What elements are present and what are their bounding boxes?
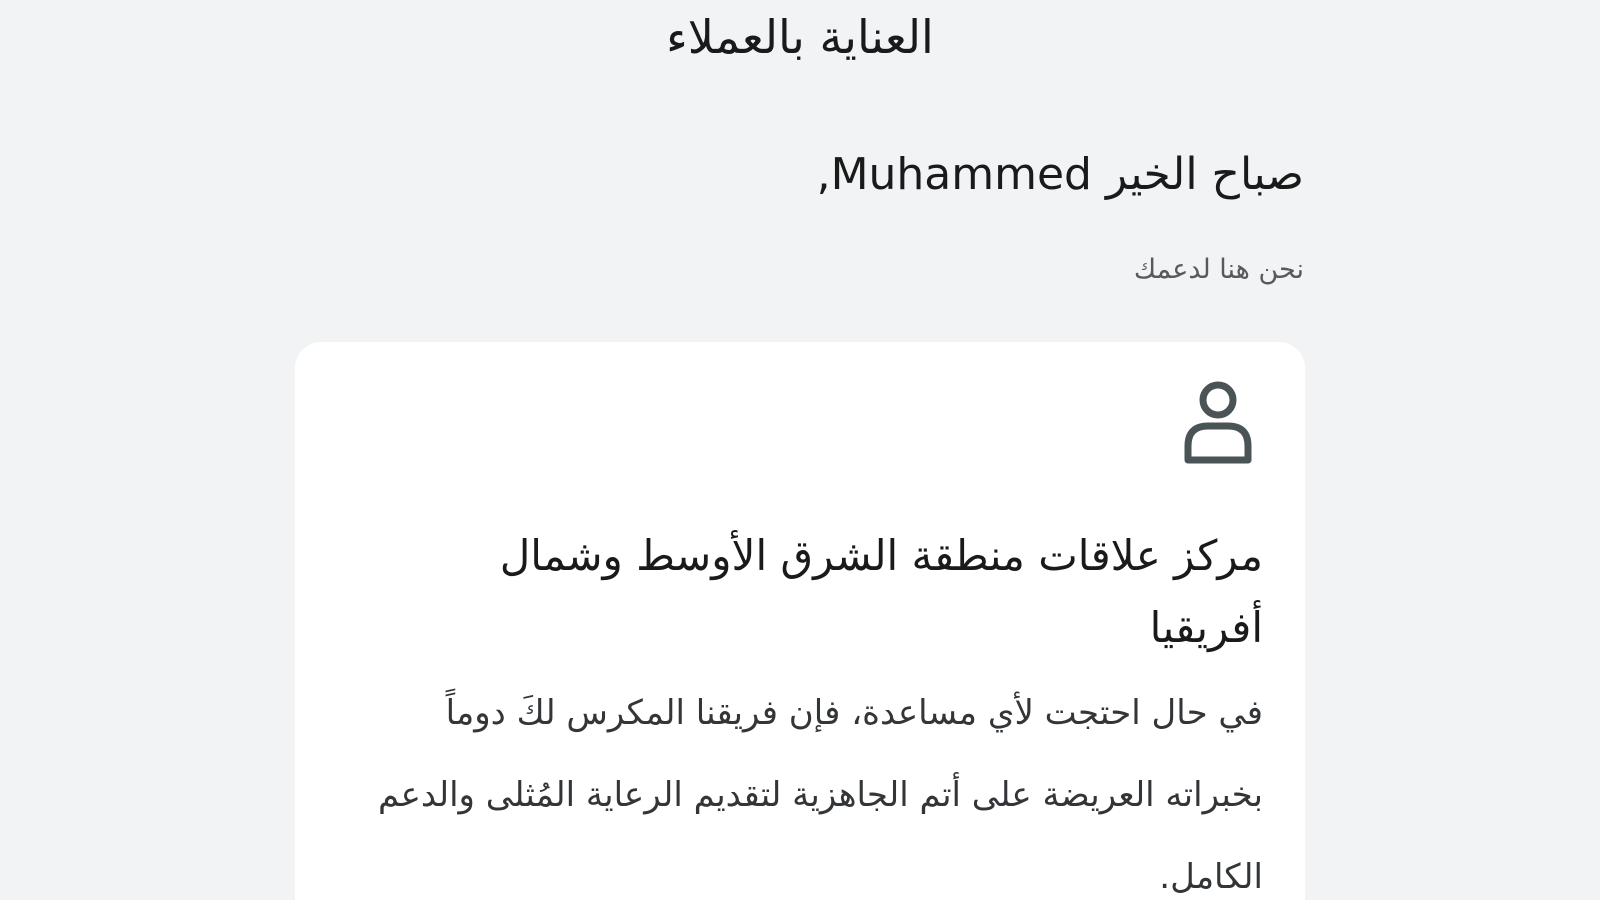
customer-care-screen: العناية بالعملاء صباح الخير Muhammed, نح…: [0, 0, 1600, 900]
support-center-card[interactable]: مركز علاقات منطقة الشرق الأوسط وشمال أفر…: [295, 342, 1305, 900]
greeting-heading: صباح الخير Muhammed,: [816, 149, 1304, 200]
person-icon: [1181, 380, 1255, 468]
page-title: العناية بالعملاء: [666, 10, 934, 64]
greeting-subtitle: نحن هنا لدعمك: [1133, 254, 1304, 285]
support-center-description: في حال احتجت لأي مساعدة، فإن فريقنا المك…: [377, 693, 1263, 897]
support-center-title: مركز علاقات منطقة الشرق الأوسط وشمال أفر…: [499, 531, 1263, 652]
